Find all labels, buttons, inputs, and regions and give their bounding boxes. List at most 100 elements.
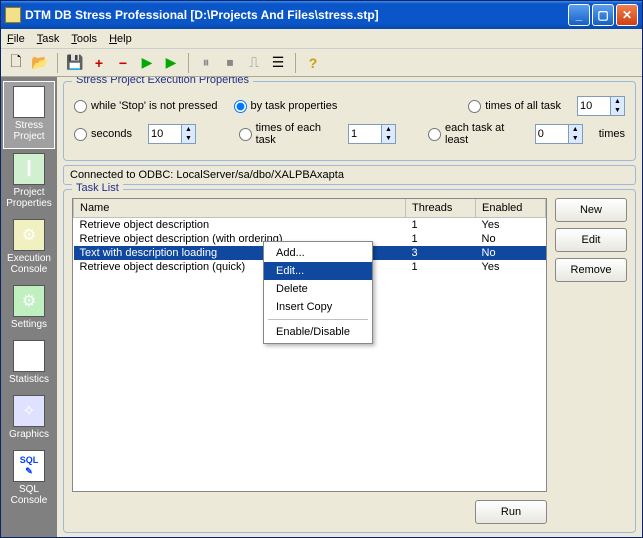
add-icon[interactable]: + <box>90 54 108 72</box>
graphics-icon: ✧ <box>13 395 45 427</box>
sidebar-item-project-properties[interactable]: ⎹⎸ Project Properties <box>3 149 55 215</box>
radio-by-task-input[interactable] <box>234 100 247 113</box>
sidebar: ⌸ Stress Project ⎹⎸ Project Properties ⚙… <box>1 77 57 537</box>
times-all-input[interactable] <box>578 97 610 115</box>
each-atleast-spinner[interactable]: ▲▼ <box>535 124 583 144</box>
context-menu-edit[interactable]: Edit... <box>264 262 372 280</box>
spin-down-icon[interactable]: ▼ <box>568 134 582 143</box>
remove-icon[interactable]: − <box>114 54 132 72</box>
sidebar-item-label: SQL Console <box>3 484 55 506</box>
col-name[interactable]: Name <box>74 199 406 218</box>
action-column: New Edit Remove <box>555 198 627 524</box>
times-all-spinner[interactable]: ▲▼ <box>577 96 625 116</box>
list-icon[interactable]: ☰ <box>269 54 287 72</box>
cell-name: Retrieve object description <box>74 218 406 233</box>
sidebar-item-label: Stress Project <box>4 120 54 142</box>
new-button[interactable]: New <box>555 198 627 222</box>
edit-button[interactable]: Edit <box>555 228 627 252</box>
new-file-icon[interactable]: 🗋 <box>7 54 25 72</box>
stop-icon[interactable]: ⏹ <box>221 54 239 72</box>
menu-tools[interactable]: Tools <box>71 33 97 45</box>
sidebar-item-label: Graphics <box>3 429 55 440</box>
sidebar-item-execution-console[interactable]: ⚙ Execution Console <box>3 215 55 281</box>
window-title: DTM DB Stress Professional [D:\Projects … <box>25 8 568 22</box>
times-each-input[interactable] <box>349 125 381 143</box>
sidebar-item-statistics[interactable]: ◷ Statistics <box>3 336 55 391</box>
radio-times-all-input[interactable] <box>468 100 481 113</box>
context-menu-add[interactable]: Add... <box>264 244 372 262</box>
sidebar-item-label: Statistics <box>3 374 55 385</box>
seconds-input[interactable] <box>149 125 181 143</box>
execution-properties-title: Stress Project Execution Properties <box>72 77 253 86</box>
seconds-spinner[interactable]: ▲▼ <box>148 124 196 144</box>
run-button[interactable]: Run <box>475 500 547 524</box>
radio-times-each-input[interactable] <box>239 128 252 141</box>
toolbar-separator <box>295 53 296 73</box>
radio-each-atleast[interactable]: each task at least <box>428 122 519 146</box>
context-menu-insert-copy[interactable]: Insert Copy <box>264 298 372 316</box>
settings-icon: ⚙ <box>13 285 45 317</box>
spin-down-icon[interactable]: ▼ <box>610 106 624 115</box>
context-menu: Add... Edit... Delete Insert Copy Enable… <box>263 241 373 344</box>
radio-seconds-input[interactable] <box>74 128 87 141</box>
radio-label: seconds <box>91 128 132 140</box>
spin-down-icon[interactable]: ▼ <box>381 134 395 143</box>
menu-bar: File Task Tools Help <box>1 29 642 49</box>
run-icon[interactable]: ▶ <box>138 54 156 72</box>
col-threads[interactable]: Threads <box>406 199 476 218</box>
sidebar-item-stress-project[interactable]: ⌸ Stress Project <box>3 81 55 149</box>
sidebar-item-sql-console[interactable]: SQL✎ SQL Console <box>3 446 55 512</box>
open-file-icon[interactable]: 📂 <box>31 54 49 72</box>
chart-icon[interactable]: ⎍ <box>245 54 263 72</box>
project-properties-icon: ⎹⎸ <box>13 153 45 185</box>
radio-each-atleast-input[interactable] <box>428 128 441 141</box>
content-area: Stress Project Execution Properties whil… <box>57 77 642 537</box>
radio-times-each[interactable]: times of each task <box>239 122 332 146</box>
radio-times-all[interactable]: times of all task <box>468 100 561 113</box>
menu-help[interactable]: Help <box>109 33 132 45</box>
radio-while-stop[interactable]: while 'Stop' is not pressed <box>74 100 218 113</box>
context-menu-separator <box>268 319 368 320</box>
cell-enabled: No <box>476 232 546 246</box>
spin-up-icon[interactable]: ▲ <box>568 125 582 134</box>
close-button[interactable]: ✕ <box>616 4 638 26</box>
cell-enabled: No <box>476 246 546 260</box>
statistics-icon: ◷ <box>13 340 45 372</box>
toolbar: 🗋 📂 💾 + − ▶ ▶ ⏸ ⏹ ⎍ ☰ ? <box>1 49 642 77</box>
spin-up-icon[interactable]: ▲ <box>181 125 195 134</box>
spin-up-icon[interactable]: ▲ <box>381 125 395 134</box>
menu-task[interactable]: Task <box>37 33 60 45</box>
menu-file[interactable]: File <box>7 33 25 45</box>
remove-button[interactable]: Remove <box>555 258 627 282</box>
radio-label: times of each task <box>256 122 332 146</box>
spin-up-icon[interactable]: ▲ <box>610 97 624 106</box>
spin-down-icon[interactable]: ▼ <box>181 134 195 143</box>
sidebar-item-label: Execution Console <box>3 253 55 275</box>
radio-by-task[interactable]: by task properties <box>234 100 338 113</box>
context-menu-delete[interactable]: Delete <box>264 280 372 298</box>
save-icon[interactable]: 💾 <box>66 54 84 72</box>
pause-icon[interactable]: ⏸ <box>197 54 215 72</box>
table-row[interactable]: Retrieve object description1Yes <box>74 218 546 233</box>
toolbar-separator <box>57 53 58 73</box>
context-menu-enable-disable[interactable]: Enable/Disable <box>264 323 372 341</box>
minimize-button[interactable]: _ <box>568 4 590 26</box>
each-atleast-input[interactable] <box>536 125 568 143</box>
radio-seconds[interactable]: seconds <box>74 128 132 141</box>
sidebar-item-settings[interactable]: ⚙ Settings <box>3 281 55 336</box>
main-area: ⌸ Stress Project ⎹⎸ Project Properties ⚙… <box>1 77 642 537</box>
cell-enabled: Yes <box>476 218 546 233</box>
col-enabled[interactable]: Enabled <box>476 199 546 218</box>
radio-while-stop-input[interactable] <box>74 100 87 113</box>
radio-label: each task at least <box>445 122 519 146</box>
times-each-spinner[interactable]: ▲▼ <box>348 124 396 144</box>
title-bar: DTM DB Stress Professional [D:\Projects … <box>1 1 642 29</box>
sidebar-item-graphics[interactable]: ✧ Graphics <box>3 391 55 446</box>
run-all-icon[interactable]: ▶ <box>162 54 180 72</box>
radio-label: times of all task <box>485 100 561 112</box>
radio-label: while 'Stop' is not pressed <box>91 100 218 112</box>
help-icon[interactable]: ? <box>304 54 322 72</box>
execution-properties-group: Stress Project Execution Properties whil… <box>63 81 636 161</box>
cell-threads: 1 <box>406 260 476 274</box>
maximize-button[interactable]: ▢ <box>592 4 614 26</box>
